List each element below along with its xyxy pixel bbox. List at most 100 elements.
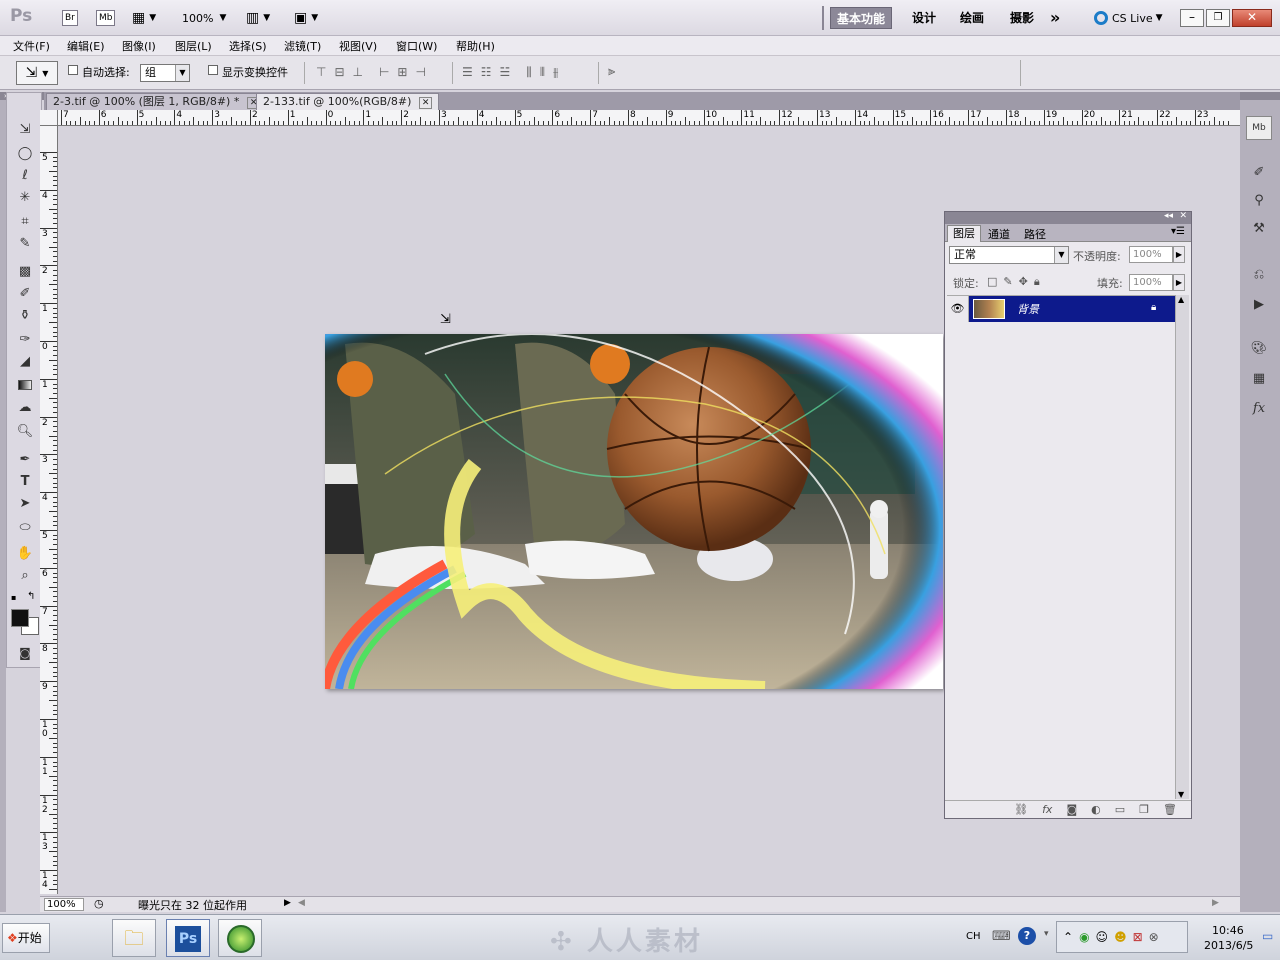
fill-slider-arrow[interactable]: ▶ <box>1173 274 1185 291</box>
eyedropper-tool[interactable]: ✎ <box>13 233 37 253</box>
keyboard-icon[interactable]: ⌨ <box>992 929 1011 944</box>
gradient-tool[interactable] <box>13 375 37 395</box>
tray-green-icon[interactable]: ◉ <box>1079 930 1089 944</box>
distribute-bottom-icon[interactable]: ☱ <box>500 65 511 80</box>
options-icon[interactable]: ▾ <box>1044 929 1049 939</box>
start-button[interactable]: ❖开始 <box>2 923 50 953</box>
panel-menu-icon[interactable]: ▾☰ <box>1171 226 1185 237</box>
menu-select[interactable]: 选择(S) <box>229 38 267 54</box>
distribute-right-icon[interactable]: ⫵ <box>553 65 559 80</box>
history-brush-tool[interactable]: ✑ <box>13 329 37 349</box>
collapse-icon[interactable]: ◂◂ <box>1164 211 1173 221</box>
tab-channels[interactable]: 通道 <box>983 226 1015 242</box>
crop-tool[interactable]: ⌗ <box>13 211 37 231</box>
minimize-button[interactable]: – <box>1180 9 1204 27</box>
vertical-ruler[interactable]: 5 4 3 2 1 0 1 2 3 4 5 6 7 8 9 10 11 12 13 14 <box>40 126 58 894</box>
show-desktop-icon[interactable]: ▭ <box>1262 929 1273 943</box>
type-tool[interactable]: T <box>13 471 37 491</box>
close-button[interactable]: ✕ <box>1232 9 1272 27</box>
restore-button[interactable]: ❐ <box>1206 9 1230 27</box>
eye-icon[interactable]: 👁︎ <box>947 296 969 322</box>
scroll-right-icon[interactable]: ▶ <box>1212 898 1219 908</box>
opacity-slider-arrow[interactable]: ▶ <box>1173 246 1185 263</box>
layers-panel-titlebar[interactable]: ◂◂ ✕ <box>945 211 1191 224</box>
magic-wand-tool[interactable]: ✳ <box>13 187 37 207</box>
mini-bridge-panel-button[interactable]: Mb <box>1246 116 1272 140</box>
tray-qq-icon[interactable]: ☺ <box>1096 930 1109 944</box>
align-left-icon[interactable]: ⊢ <box>379 65 389 79</box>
swatches-panel-button[interactable]: ▦ <box>1246 366 1272 390</box>
document-canvas-image[interactable] <box>325 334 943 689</box>
auto-select-checkbox[interactable] <box>68 65 78 75</box>
clock-date[interactable]: 2013/6/5 <box>1204 939 1253 952</box>
view-extras-button[interactable]: ▦ ▼ <box>132 8 156 28</box>
scroll-down-icon[interactable]: ▼ <box>1178 790 1184 799</box>
menu-edit[interactable]: 编辑(E) <box>67 38 105 54</box>
show-transform-checkbox[interactable] <box>208 65 218 75</box>
new-layer-icon[interactable]: ❐ <box>1139 803 1149 816</box>
quick-mask-button[interactable]: ◙ <box>13 643 37 663</box>
blur-tool[interactable]: ☁ <box>13 397 37 417</box>
brush-tool[interactable]: ✐ <box>13 283 37 303</box>
styles-panel-button[interactable]: fx <box>1246 396 1272 420</box>
menu-layer[interactable]: 图层(L) <box>175 38 212 54</box>
tool-preset-picker[interactable]: ⇲ ▼ <box>16 61 58 85</box>
bridge-button[interactable]: Br <box>62 8 78 28</box>
ruler-origin[interactable] <box>40 110 58 126</box>
layer-row-background[interactable]: 👁︎ 背景 🔒︎ <box>947 296 1175 322</box>
auto-align-layers-icon[interactable]: ⫸ <box>608 64 615 79</box>
tray-smile-icon[interactable]: ☻ <box>1114 930 1127 944</box>
workspace-essentials[interactable]: 基本功能 <box>830 7 893 29</box>
adjustment-layer-icon[interactable]: ◐ <box>1091 803 1101 816</box>
more-workspaces-button[interactable]: » <box>1044 7 1066 29</box>
blend-mode-dropdown[interactable]: 正常 ▼ <box>949 246 1069 264</box>
actions-panel-button[interactable]: ▶ <box>1246 292 1272 316</box>
marquee-tool[interactable]: ◯ <box>13 143 37 163</box>
align-right-icon[interactable]: ⊣ <box>415 65 425 79</box>
shape-tool[interactable]: ⬭ <box>13 517 37 537</box>
history-panel-button[interactable]: ⎌ <box>1246 262 1272 286</box>
auto-select-dropdown[interactable]: 组 ▼ <box>140 64 190 82</box>
zoom-field[interactable]: 100% <box>44 898 84 911</box>
swap-colors-icon[interactable]: ↰ <box>27 591 35 602</box>
brushes-panel-button[interactable]: ✐ <box>1246 160 1272 184</box>
distribute-vcenter-icon[interactable]: ☷ <box>481 65 492 80</box>
fill-input[interactable]: 100% <box>1129 274 1173 291</box>
default-colors-icon[interactable]: ▪ <box>11 593 16 602</box>
horizontal-ruler[interactable]: 7 6 5 4 3 2 1 0 1 2 3 4 5 6 7 8 9 10 11 12 13 14 15 16 17 18 19 20 2… <box>58 110 1240 126</box>
workspace-design[interactable]: 设计 <box>906 7 942 29</box>
menu-file[interactable]: 文件(F) <box>13 38 50 54</box>
spot-healing-tool[interactable]: ▩ <box>13 261 37 281</box>
move-tool[interactable]: ⇲ <box>13 119 37 139</box>
zoom-tool[interactable]: ⌕ <box>13 565 37 585</box>
opacity-input[interactable]: 100% <box>1129 246 1173 263</box>
clock-time[interactable]: 10:46 <box>1212 924 1244 937</box>
clone-stamp-tool[interactable]: ⚱ <box>13 305 37 325</box>
align-bottom-icon[interactable]: ⊥ <box>353 65 363 79</box>
tab-2-3-tif[interactable]: 2-3.tif @ 100% (图层 1, RGB/8#) * ✕ <box>46 93 268 110</box>
mini-bridge-button[interactable]: Mb <box>96 8 116 28</box>
layer-mask-icon[interactable]: ◙ <box>1066 803 1077 816</box>
tab-2-133-tif[interactable]: 2-133.tif @ 100%(RGB/8#) ✕ <box>256 93 440 110</box>
new-group-icon[interactable]: ▭ <box>1115 803 1125 816</box>
cs-live-button[interactable]: CS Live ▼ <box>1094 8 1163 28</box>
align-hcenter-icon[interactable]: ⊞ <box>397 65 407 79</box>
layers-scrollbar[interactable]: ▲ ▼ <box>1175 295 1189 799</box>
tray-network-icon[interactable]: ⊠ <box>1133 930 1143 944</box>
align-top-icon[interactable]: ⊤ <box>316 65 326 79</box>
layer-name[interactable]: 背景 <box>1017 301 1039 317</box>
status-menu-arrow[interactable]: ▶ <box>284 898 291 908</box>
path-selection-tool[interactable]: ➤ <box>13 493 37 513</box>
status-icon[interactable]: ◷ <box>94 897 104 910</box>
menu-filter[interactable]: 滤镜(T) <box>284 38 321 54</box>
distribute-hcenter-icon[interactable]: ⫴ <box>540 65 545 80</box>
menu-help[interactable]: 帮助(H) <box>456 38 495 54</box>
tab-paths[interactable]: 路径 <box>1019 226 1051 242</box>
tray-expand-icon[interactable]: ⌃ <box>1063 930 1073 944</box>
clone-source-panel-button[interactable]: ⚲ <box>1246 188 1272 212</box>
taskbar-camtasia[interactable] <box>218 919 262 957</box>
menu-view[interactable]: 视图(V) <box>339 38 377 54</box>
workspace-painting[interactable]: 绘画 <box>954 7 990 29</box>
tray-volume-icon[interactable]: ⊗ <box>1149 930 1159 944</box>
lasso-tool[interactable]: ℓ <box>13 165 37 185</box>
